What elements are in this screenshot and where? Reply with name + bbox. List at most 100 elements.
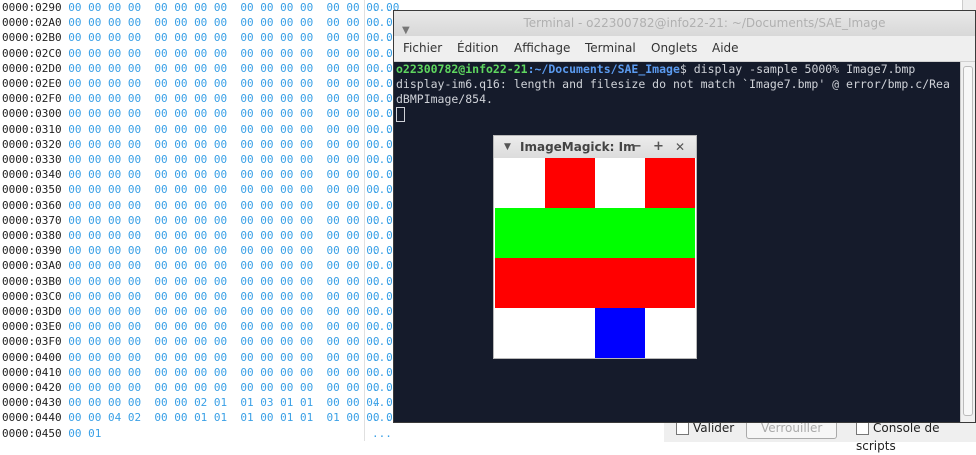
image-pixel: [595, 258, 645, 308]
menu-fichier[interactable]: Fichier: [403, 36, 442, 61]
window-menu-icon[interactable]: ▼: [504, 136, 511, 158]
hex-row: 0000:03C0 00 00 00 00 00 00 00 00 00 00 …: [2, 289, 399, 305]
hex-address: 0000:03D0: [2, 305, 62, 318]
imagemagick-window[interactable]: ▼ ImageMagick: Im − + ✕: [494, 136, 696, 358]
hex-row: 0000:0410 00 00 00 00 00 00 00 00 00 00 …: [2, 365, 399, 381]
hex-address: 0000:0300: [2, 107, 62, 121]
menu-terminal[interactable]: Terminal: [585, 36, 636, 61]
close-icon[interactable]: ✕: [675, 136, 685, 158]
image-pixel: [495, 258, 545, 308]
prompt-user: o22300782@info22-21: [396, 62, 528, 76]
hex-address: 0000:0320: [2, 137, 62, 151]
hex-row: 0000:03A0 00 00 00 00 00 00 00 00 00 00 …: [2, 258, 399, 274]
hex-bytes: 00 00 00 00 00 00 00 00 00 00 00 00 00 0…: [68, 137, 400, 151]
image-pixel: [495, 208, 545, 258]
hex-address: 0000:03B0: [2, 274, 62, 288]
image-pixel: [645, 158, 695, 208]
terminal-scrollbar[interactable]: [960, 62, 975, 422]
terminal-cursor: [396, 107, 405, 122]
hex-row: 0000:0370 00 00 00 00 00 00 00 00 00 00 …: [2, 213, 399, 229]
image-pixel: [495, 158, 545, 208]
hex-address: 0000:0360: [2, 198, 62, 212]
minimize-icon[interactable]: −: [631, 136, 642, 158]
hex-row: 0000:0360 00 00 00 00 00 00 00 00 00 00 …: [2, 198, 399, 214]
image-canvas[interactable]: [495, 158, 695, 358]
prompt-path: :~/Documents/SAE_Image: [527, 62, 680, 76]
hex-row: 0000:02B0 00 00 00 00 00 00 00 00 00 00 …: [2, 30, 399, 46]
hex-address: 0000:0420: [2, 381, 62, 394]
checkbox-icon: [676, 422, 689, 435]
terminal-titlebar[interactable]: ▼ Terminal - o22300782@info22-21: ~/Docu…: [394, 11, 975, 36]
hex-row: 0000:03E0 00 00 00 00 00 00 00 00 00 00 …: [2, 319, 399, 335]
image-pixel: [495, 308, 545, 358]
hex-address: 0000:02E0: [2, 77, 62, 90]
hex-row: 0000:0390 00 00 00 00 00 00 00 00 00 00 …: [2, 243, 399, 259]
hex-ascii: ...: [372, 426, 392, 440]
hex-bytes: 00 00 00 00 00 00 00 00 00 00 00 00 00 0…: [68, 1, 400, 14]
hex-bytes: 00 00 00 00 00 00 00 00 00 00 00 00 00 0…: [68, 31, 400, 45]
image-pixel: [645, 208, 695, 258]
hex-row: 0000:02F0 00 00 00 00 00 00 00 00 00 00 …: [2, 91, 399, 107]
menu-edition[interactable]: Édition: [457, 36, 499, 61]
hex-address: 0000:03F0: [2, 335, 62, 349]
hex-address: 0000:03C0: [2, 289, 62, 303]
terminal-output[interactable]: o22300782@info22-21:~/Documents/SAE_Imag…: [396, 62, 956, 122]
hex-address: 0000:0330: [2, 153, 62, 166]
hex-row: 0000:0300 00 00 00 00 00 00 00 00 00 00 …: [2, 106, 399, 122]
hex-address: 0000:0410: [2, 365, 62, 379]
hex-bytes: 00 00 00 00 00 00 00 00 00 00 00 00 00 0…: [68, 244, 400, 258]
hex-bytes: 00 00 00 00 00 00 00 00 00 00 00 00 00 0…: [68, 46, 400, 60]
hex-bytes: 00 00 00 00 00 00 00 00 00 00 00 00 00 0…: [68, 274, 400, 288]
hex-row: 0000:02D0 00 00 00 00 00 00 00 00 00 00 …: [2, 61, 399, 77]
hex-row: 0000:03B0 00 00 00 00 00 00 00 00 00 00 …: [2, 274, 399, 290]
hex-row: 0000:0420 00 00 00 00 00 00 00 00 00 00 …: [2, 380, 399, 396]
hex-address: 0000:02F0: [2, 92, 62, 106]
imagemagick-titlebar[interactable]: ▼ ImageMagick: Im − + ✕: [494, 136, 696, 158]
hex-address: 0000:0430: [2, 396, 62, 410]
hex-row: 0000:0330 00 00 00 00 00 00 00 00 00 00 …: [2, 152, 399, 168]
hex-address: 0000:0380: [2, 229, 62, 242]
hex-row: 0000:0400 00 00 00 00 00 00 00 00 00 00 …: [2, 350, 399, 366]
hex-address: 0000:03E0: [2, 320, 62, 334]
hex-bytes: 00 00 00 00 00 00 00 00 00 00 00 00 00 0…: [68, 320, 400, 334]
hex-bytes: 00 00 00 00 00 00 00 00 00 00 00 00 00 0…: [68, 229, 400, 242]
hex-bytes: 00 00 00 00 00 00 00 00 00 00 00 00 00 0…: [68, 153, 400, 166]
hex-address: 0000:0370: [2, 213, 62, 227]
image-pixel: [545, 258, 595, 308]
console-icon: [856, 422, 869, 435]
hex-bytes: 00 00 00 00 00 00 00 00 00 00 00 00 00 0…: [68, 16, 400, 30]
maximize-icon[interactable]: +: [653, 136, 664, 158]
hex-row: 0000:03D0 00 00 00 00 00 00 00 00 00 00 …: [2, 304, 399, 320]
hex-bytes: 00 00 00 00 00 00 00 00 00 00 00 00 00 0…: [68, 259, 400, 273]
scrollbar-thumb[interactable]: [963, 66, 973, 416]
hex-row: 0000:0340 00 00 00 00 00 00 00 00 00 00 …: [2, 167, 399, 183]
image-pixel: [545, 208, 595, 258]
hex-bytes: 00 00 00 00 00 00 00 00 00 00 00 00 00 0…: [68, 213, 400, 227]
hex-address: 0000:0340: [2, 168, 62, 182]
hex-address: 0000:0440: [2, 411, 62, 425]
terminal-title: Terminal - o22300782@info22-21: ~/Docume…: [523, 16, 886, 30]
hex-row: 0000:0440 00 00 04 02 00 00 01 01 01 00 …: [2, 410, 399, 426]
terminal-menubar: Fichier Édition Affichage Terminal Ongle…: [394, 36, 975, 62]
hex-bytes: 00 00 04 02 00 00 01 01 01 00 01 01 01 0…: [68, 411, 400, 425]
menu-aide[interactable]: Aide: [712, 36, 739, 61]
hex-row: 0000:02A0 00 00 00 00 00 00 00 00 00 00 …: [2, 15, 399, 31]
hex-bytes: 00 00 00 00 00 00 00 00 00 00 00 00 00 0…: [68, 168, 400, 182]
imagemagick-title: ImageMagick: Im: [520, 140, 636, 154]
hex-address: 0000:0450: [2, 426, 62, 440]
menu-affichage[interactable]: Affichage: [514, 36, 570, 61]
hex-editor: 0000:0290 00 00 00 00 00 00 00 00 00 00 …: [0, 0, 400, 441]
hex-address: 0000:0400: [2, 350, 62, 364]
hex-bytes: 00 00 00 00 00 00 00 00 00 00 00 00 00 0…: [68, 305, 400, 318]
menu-onglets[interactable]: Onglets: [651, 36, 697, 61]
command-text: display -sample 5000% Image7.bmp: [686, 62, 916, 76]
hex-bytes: 00 00 00 00 00 00 02 01 01 03 01 01 00 0…: [68, 396, 400, 410]
hex-address: 0000:02D0: [2, 61, 62, 75]
hex-address: 0000:02C0: [2, 46, 62, 60]
hex-address: 0000:0350: [2, 183, 62, 197]
hex-row: 0000:0320 00 00 00 00 00 00 00 00 00 00 …: [2, 137, 399, 153]
hex-address: 0000:03A0: [2, 259, 62, 273]
hex-bytes: 00 00 00 00 00 00 00 00 00 00 00 00 00 0…: [68, 198, 400, 212]
validate-label: Valider: [693, 421, 735, 435]
hex-bytes: 00 00 00 00 00 00 00 00 00 00 00 00 00 0…: [68, 183, 400, 197]
